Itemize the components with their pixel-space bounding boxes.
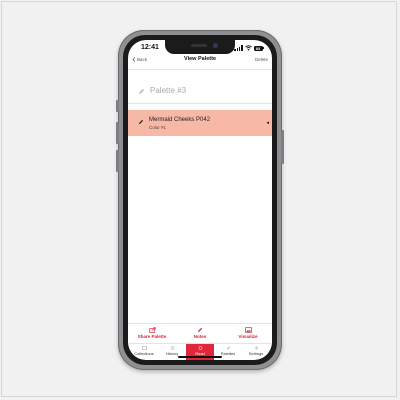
palette-name-row[interactable]: Palette #3 [128,82,272,102]
app-screen: 12:41 83 Back View Palette Delete Palett… [128,40,272,360]
image-icon [244,327,252,333]
notes-label: Notes [193,334,207,339]
tab-bar: Collections History Read Palettes Settin… [128,344,272,360]
power-button [281,130,284,164]
tab-settings[interactable]: Settings [242,344,270,360]
drag-handle-icon[interactable]: ◂ [266,120,269,126]
tab-collections[interactable]: Collections [130,344,158,360]
action-toolbar: Share Palette Notes Visualize [128,327,272,341]
share-palette-button[interactable]: Share Palette [128,327,176,339]
front-camera [213,43,218,48]
notch [165,40,235,54]
status-time: 12:41 [141,44,159,51]
collections-icon [141,346,147,350]
read-icon [198,346,202,350]
palette-divider [128,103,272,104]
tab-history-label: History [165,351,179,356]
color-name: Mermaid Cheeks P042 [149,117,211,123]
palettes-icon [226,346,230,350]
status-icons: 83 [234,45,264,51]
tab-palettes-label: Palettes [220,351,236,356]
nav-bar: Back View Palette Delete [128,56,272,67]
palette-name: Palette #3 [150,86,187,95]
page-title: View Palette [184,56,216,62]
visualize-label: Visualize [238,334,258,339]
volume-up-button [116,122,119,144]
signal-icon [234,45,243,51]
pencil-icon [139,89,144,94]
battery-icon: 83 [253,45,264,51]
color-number: Color #1 [149,125,167,130]
pencil-icon [197,327,203,333]
tab-collections-label: Collections [134,351,154,356]
nav-divider [128,69,272,70]
visualize-button[interactable]: Visualize [224,327,272,339]
notes-button[interactable]: Notes [176,327,224,339]
toolbar-divider [128,323,272,324]
battery-level: 83 [253,45,263,51]
earpiece [191,44,207,47]
wifi-icon [244,45,252,51]
phone-frame: 12:41 83 Back View Palette Delete Palett… [116,30,284,370]
edit-color-icon[interactable] [138,119,144,125]
delete-button[interactable]: Delete [255,57,268,62]
history-icon [170,346,174,350]
home-indicator [178,356,222,358]
share-palette-label: Share Palette [137,334,167,339]
settings-icon [254,346,258,350]
tab-settings-label: Settings [248,351,264,356]
mute-switch [116,100,119,112]
volume-down-button [116,150,119,172]
share-icon [148,327,156,333]
color-list-item[interactable]: Mermaid Cheeks P042 Color #1 ◂ [128,110,272,136]
